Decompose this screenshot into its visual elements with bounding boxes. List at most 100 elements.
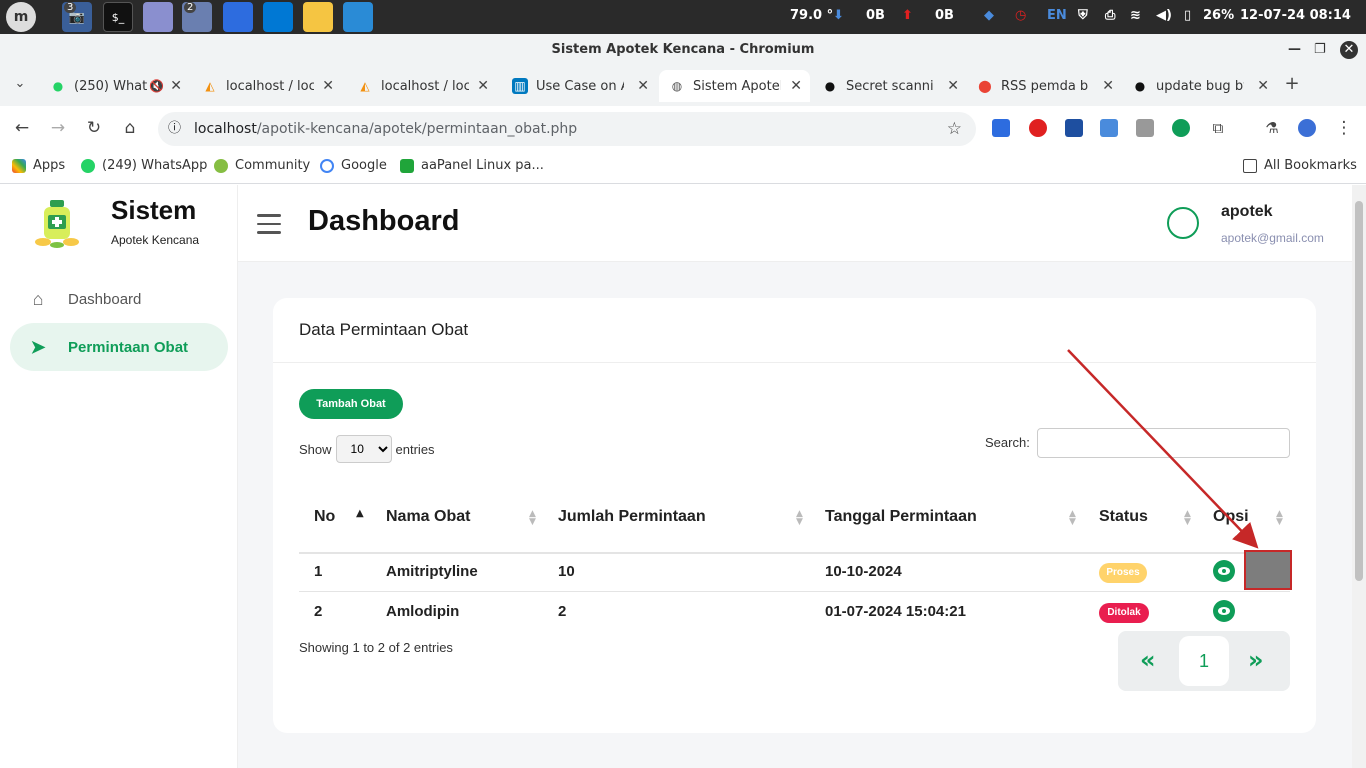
extension-gray-icon[interactable] bbox=[1136, 119, 1154, 137]
column-header-tanggal[interactable]: Tanggal Permintaan bbox=[825, 508, 977, 526]
tab-trello[interactable]: ▥ Use Case on A ✕ bbox=[502, 70, 657, 102]
pagination-current-page[interactable]: 1 bbox=[1179, 636, 1229, 686]
bookmark-star-icon[interactable]: ☆ bbox=[947, 112, 962, 146]
tab-phpmyadmin-2[interactable]: ◭ localhost / loc ✕ bbox=[347, 70, 497, 102]
tab-close-icon[interactable]: ✕ bbox=[947, 78, 959, 94]
extension-shield-icon[interactable] bbox=[1065, 119, 1083, 137]
sort-icon[interactable]: ▲ ▼ bbox=[796, 510, 803, 527]
shield-icon[interactable]: ⛨ bbox=[1078, 8, 1088, 23]
close-window-icon[interactable]: ✕ bbox=[1340, 41, 1358, 59]
page-scrollbar[interactable] bbox=[1352, 185, 1366, 768]
clock-app-icon[interactable]: ◷ bbox=[1015, 8, 1026, 23]
extension-eye-icon[interactable] bbox=[1172, 119, 1190, 137]
bookmark-aapanel[interactable]: aaPanel Linux pa... bbox=[400, 158, 544, 173]
column-header-status[interactable]: Status bbox=[1099, 508, 1148, 526]
sort-asc-icon[interactable]: ▲ bbox=[356, 509, 364, 519]
sync-icon[interactable]: ◆ bbox=[984, 8, 994, 23]
phpmyadmin-icon: ◭ bbox=[360, 79, 370, 93]
mail-app-icon[interactable] bbox=[303, 2, 333, 32]
tab-close-icon[interactable]: ✕ bbox=[1102, 78, 1114, 94]
sort-icon[interactable]: ▲ ▼ bbox=[1184, 510, 1191, 527]
text-editor-icon[interactable] bbox=[143, 2, 173, 32]
profile-avatar[interactable] bbox=[1298, 119, 1316, 137]
net-up-value: 0B bbox=[935, 8, 954, 23]
tab-close-icon[interactable]: ✕ bbox=[790, 78, 802, 94]
muted-icon[interactable]: 🔇 bbox=[149, 79, 164, 93]
highlighted-action-area[interactable] bbox=[1244, 550, 1292, 590]
sort-icon[interactable]: ▲ ▼ bbox=[529, 510, 536, 527]
adblock-icon[interactable] bbox=[1029, 119, 1047, 137]
page-title: Dashboard bbox=[308, 205, 460, 237]
tab-close-icon[interactable]: ✕ bbox=[1257, 78, 1269, 94]
battery-icon[interactable]: ▯ bbox=[1184, 8, 1191, 23]
row-divider bbox=[299, 591, 1290, 592]
scrollbar-thumb[interactable] bbox=[1355, 201, 1363, 581]
column-header-jumlah[interactable]: Jumlah Permintaan bbox=[558, 508, 706, 526]
tab-github-update[interactable]: ● update bug by ✕ bbox=[1122, 70, 1277, 102]
printer-icon[interactable]: ⎙ bbox=[1105, 8, 1115, 23]
add-obat-button[interactable]: Tambah Obat bbox=[299, 389, 403, 419]
tab-search-icon[interactable]: ⌄ bbox=[8, 72, 32, 96]
main-content: Data Permintaan Obat Tambah Obat Show 10… bbox=[238, 262, 1352, 768]
url-field[interactable]: ⓘ localhost/apotik-kencana/apotek/permin… bbox=[158, 112, 976, 146]
wifi-icon[interactable]: ≋ bbox=[1130, 8, 1141, 23]
tab-close-icon[interactable]: ✕ bbox=[322, 78, 334, 94]
volume-icon[interactable]: ◀) bbox=[1156, 8, 1172, 23]
column-header-nama-obat[interactable]: Nama Obat bbox=[386, 508, 470, 526]
data-card: Data Permintaan Obat Tambah Obat Show 10… bbox=[273, 298, 1316, 733]
view-button[interactable] bbox=[1213, 560, 1235, 582]
hamburger-menu-icon[interactable] bbox=[257, 214, 281, 234]
home-icon[interactable]: ⌂ bbox=[118, 116, 142, 140]
pagination-next-button[interactable]: » bbox=[1248, 646, 1264, 674]
bookmark-community[interactable]: Community bbox=[214, 158, 310, 173]
sidebar-item-dashboard[interactable]: ⌂ Dashboard bbox=[10, 275, 228, 323]
language-indicator[interactable]: EN bbox=[1047, 8, 1067, 23]
search-input[interactable] bbox=[1037, 428, 1290, 458]
site-info-icon[interactable]: ⓘ bbox=[168, 112, 181, 146]
url-host: localhost bbox=[194, 121, 257, 137]
terminal-app-icon[interactable]: $_ bbox=[103, 2, 133, 32]
tab-close-icon[interactable]: ✕ bbox=[170, 78, 182, 94]
mint-menu-icon[interactable]: m bbox=[6, 2, 36, 32]
column-header-no[interactable]: No bbox=[314, 508, 335, 526]
bookmark-whatsapp[interactable]: (249) WhatsApp bbox=[81, 158, 207, 173]
bookmark-google[interactable]: Google bbox=[320, 158, 387, 173]
tab-close-icon[interactable]: ✕ bbox=[477, 78, 489, 94]
tab-close-icon[interactable]: ✕ bbox=[637, 78, 649, 94]
sort-icon[interactable]: ▲ ▼ bbox=[1276, 510, 1283, 527]
view-button[interactable] bbox=[1213, 600, 1235, 622]
sidebar-item-permintaan-obat[interactable]: ➤ Permintaan Obat bbox=[10, 323, 228, 371]
tab-sistem-apotek[interactable]: ◍ Sistem Apotek ✕ bbox=[659, 70, 810, 102]
forward-icon[interactable]: → bbox=[46, 116, 70, 140]
labs-flask-icon[interactable]: ⚗ bbox=[1260, 116, 1284, 140]
tab-whatsapp[interactable]: ● (250) What 🔇 ✕ bbox=[40, 70, 190, 102]
table-header-divider bbox=[299, 552, 1290, 554]
app-launcher-icon[interactable] bbox=[343, 2, 373, 32]
extension-fi-icon[interactable] bbox=[992, 119, 1010, 137]
vscode-app-icon[interactable] bbox=[263, 2, 293, 32]
camera-app-icon[interactable]: 3 📷 bbox=[62, 2, 92, 32]
pagination-prev-button[interactable]: « bbox=[1140, 646, 1156, 674]
browser-app-icon[interactable]: 2 bbox=[182, 2, 212, 32]
files-app-icon[interactable] bbox=[223, 2, 253, 32]
tab-rss-pemda[interactable]: ⬤ RSS pemda bli ✕ bbox=[967, 70, 1122, 102]
tab-phpmyadmin-1[interactable]: ◭ localhost / loc ✕ bbox=[192, 70, 342, 102]
translate-icon[interactable] bbox=[1100, 119, 1118, 137]
menu-kebab-icon[interactable]: ⋮ bbox=[1332, 116, 1356, 140]
bookmarks-bar: Apps (249) WhatsApp Community Google aaP… bbox=[0, 150, 1366, 184]
extensions-puzzle-icon[interactable]: ⧉ bbox=[1206, 116, 1230, 140]
user-avatar-icon[interactable] bbox=[1167, 207, 1199, 239]
maximize-icon[interactable]: ❐ bbox=[1314, 34, 1326, 66]
new-tab-icon[interactable]: + bbox=[1280, 72, 1304, 96]
reload-icon[interactable]: ↻ bbox=[82, 116, 106, 140]
tab-github-secret[interactable]: ● Secret scannin ✕ bbox=[812, 70, 967, 102]
bookmark-apps[interactable]: Apps bbox=[12, 158, 65, 173]
datetime[interactable]: 12-07-24 08:14 bbox=[1240, 8, 1351, 23]
column-header-opsi[interactable]: Opsi bbox=[1213, 508, 1249, 526]
entries-select[interactable]: 10 bbox=[335, 435, 392, 463]
bookmark-all[interactable]: All Bookmarks bbox=[1243, 158, 1357, 173]
minimize-icon[interactable]: — bbox=[1288, 34, 1301, 66]
sort-icon[interactable]: ▲ ▼ bbox=[1069, 510, 1076, 527]
back-icon[interactable]: ← bbox=[10, 116, 34, 140]
cell-jumlah: 2 bbox=[558, 603, 567, 620]
